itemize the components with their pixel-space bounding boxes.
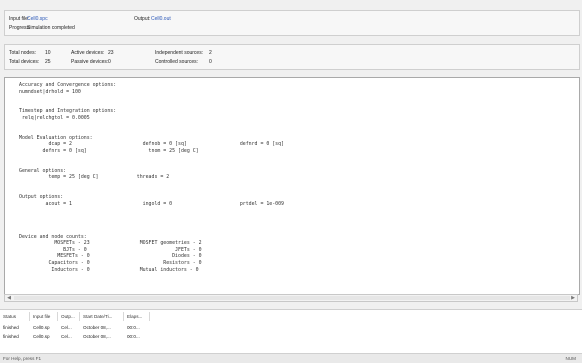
row-elapsed: 00:0... (127, 325, 140, 330)
column-header-output[interactable]: Outp... (61, 314, 75, 319)
table-row[interactable]: finished Cell0.sp Cel... October 08,... … (0, 324, 582, 332)
input-file-link[interactable]: Cell0.spc (27, 16, 48, 22)
output-file-link[interactable]: Cell0.out (151, 16, 171, 22)
passive-devices-label: Passive devices: (71, 59, 109, 65)
independent-sources-label: Independent sources: (155, 50, 204, 56)
total-nodes-value: 10 (45, 50, 51, 56)
row-input-file: Cell0.sp (33, 334, 50, 339)
active-devices-label: Active devices: (71, 50, 105, 56)
column-header-status[interactable]: Status (3, 314, 16, 319)
output-label: Output: (134, 16, 151, 22)
horizontal-scrollbar[interactable]: ◀ ▶ (4, 294, 578, 302)
scroll-left-arrow-icon[interactable]: ◀ (5, 295, 13, 301)
row-start-date: October 08,... (83, 325, 111, 330)
jobs-list: Status Input file Outp... Start Date/Ti.… (0, 309, 582, 354)
scroll-right-arrow-icon[interactable]: ▶ (569, 295, 577, 301)
file-info-panel: Input file: Cell0.spc Output: Cell0.out … (4, 10, 580, 36)
table-row[interactable]: finished Cell0.sp Cel... October 08,... … (0, 333, 582, 341)
controlled-sources-label: Controlled sources: (155, 59, 199, 65)
simulation-output-text: Accuracy and Convergence options: numnds… (19, 82, 284, 273)
progress-value: Simulation completed (27, 25, 75, 31)
column-header-start-date[interactable]: Start Date/Ti... (83, 314, 112, 319)
circuit-stats-panel: Total nodes: 10 Active devices: 23 Indep… (4, 44, 580, 70)
scrollbar-thumb[interactable] (14, 296, 570, 300)
passive-devices-value: 0 (108, 59, 111, 65)
row-status: finished (3, 325, 19, 330)
column-header-elapsed[interactable]: Elaps... (127, 314, 142, 319)
row-status: finished (3, 334, 19, 339)
controlled-sources-value: 0 (209, 59, 212, 65)
active-devices-value: 23 (108, 50, 114, 56)
row-elapsed: 00:0... (127, 334, 140, 339)
status-bar-help-text: For Help, press F1 (3, 356, 42, 361)
row-output: Cel... (61, 325, 72, 330)
simulation-output-pane[interactable]: Accuracy and Convergence options: numnds… (4, 77, 580, 295)
total-nodes-label: Total nodes: (9, 50, 36, 56)
column-header-input-file[interactable]: Input file (33, 314, 50, 319)
status-bar-num-indicator: NUM (565, 356, 576, 361)
row-output: Cel... (61, 334, 72, 339)
row-start-date: October 08,... (83, 334, 111, 339)
total-devices-label: Total devices: (9, 59, 40, 65)
total-devices-value: 25 (45, 59, 51, 65)
independent-sources-value: 2 (209, 50, 212, 56)
row-input-file: Cell0.sp (33, 325, 50, 330)
